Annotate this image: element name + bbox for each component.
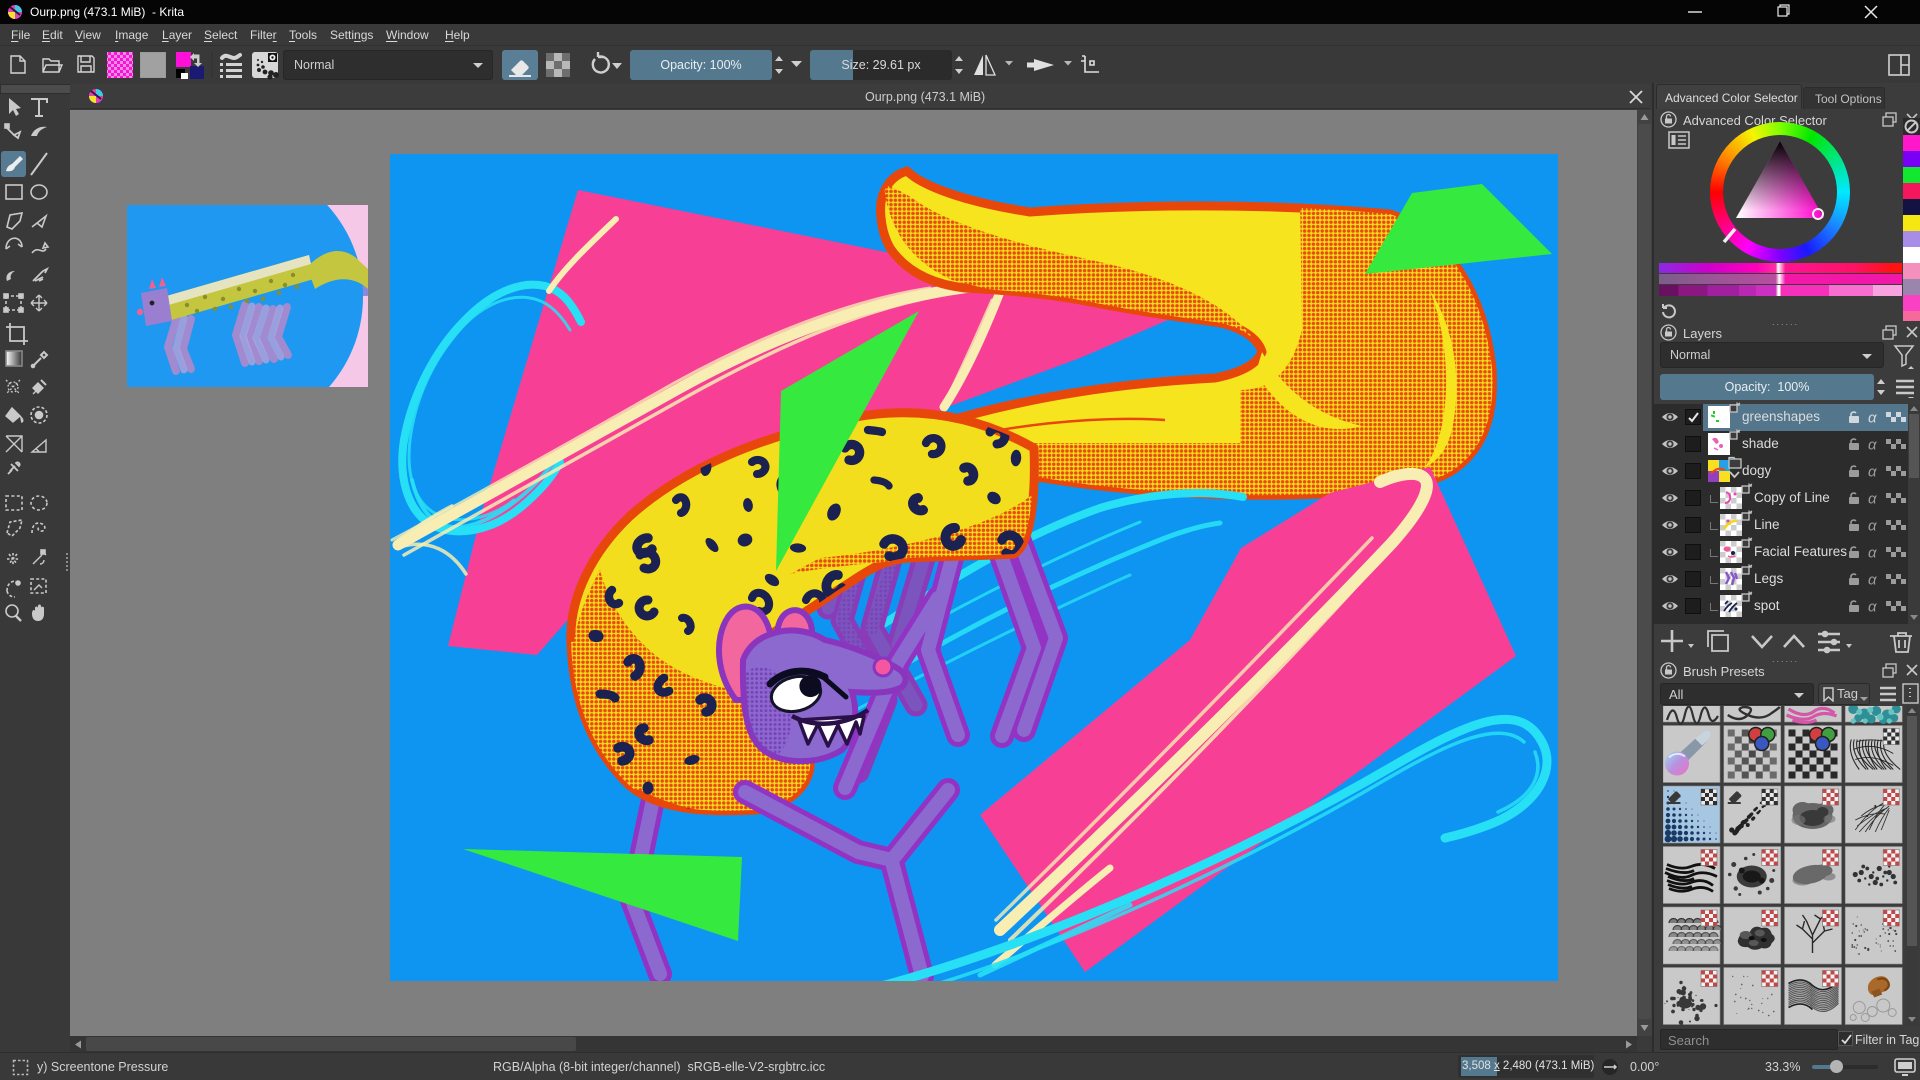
svg-text:α: α xyxy=(1868,410,1877,425)
svg-text:α: α xyxy=(1868,572,1877,587)
svg-text:α: α xyxy=(1868,518,1877,533)
svg-text:α: α xyxy=(1868,437,1877,452)
svg-text:α: α xyxy=(1868,599,1877,614)
svg-text:α: α xyxy=(1868,464,1877,479)
svg-text:α: α xyxy=(1868,491,1877,506)
svg-text:α: α xyxy=(1868,545,1877,560)
